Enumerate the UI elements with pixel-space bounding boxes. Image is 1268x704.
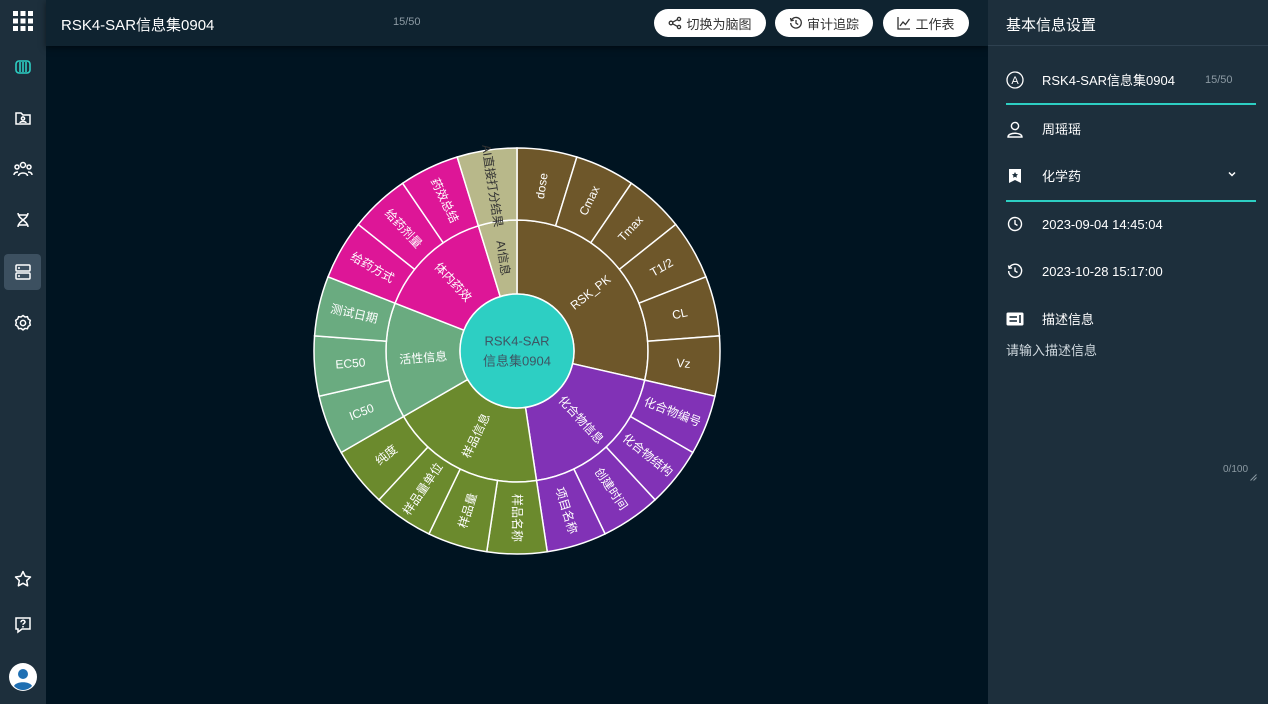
share-nodes-icon [668, 16, 682, 30]
name-underline [1006, 103, 1256, 105]
history-icon [789, 16, 803, 30]
category-select[interactable]: 化学药 [1006, 166, 1238, 185]
description-label-row: 描述信息 [1006, 309, 1094, 328]
audit-trail-button[interactable]: 审计追踪 [775, 9, 873, 37]
description-count: 0/100 [1223, 464, 1249, 475]
panel-header: 基本信息设置 [988, 0, 1268, 46]
sunburst-center-label-2: 信息集0904 [483, 354, 551, 369]
folder-user-icon[interactable] [4, 100, 41, 136]
sunburst-leaf-label: 样品名称 [510, 494, 525, 542]
page-title: RSK4-SAR信息集0904 [61, 17, 215, 34]
updated-time: 2023-10-28 15:17:00 [1042, 263, 1163, 279]
worksheet-button[interactable]: 工作表 [883, 9, 969, 37]
sunburst-chart: RSK_PKdose CmaxTmaxT1/2CLVz化合物信息 化合物编号化合物结… [313, 143, 721, 555]
created-time: 2023-09-04 14:45:04 [1042, 216, 1163, 232]
sunburst-center[interactable] [459, 293, 575, 409]
database-icon[interactable] [4, 254, 41, 290]
text-box-icon [1006, 310, 1024, 328]
info-panel: 基本信息设置 A RSK4-SAR信息集0904 15/50 周瑶瑶 化学药 2… [988, 0, 1268, 704]
team-icon[interactable] [4, 151, 41, 187]
left-rail [0, 0, 46, 704]
star-icon[interactable] [4, 561, 41, 597]
app-root: RSK4-SAR信息集0904 15/50 切换为脑图 审计追踪 工作表 RSK… [0, 0, 1268, 704]
sunburst-center-label-1: RSK4-SAR [484, 334, 549, 349]
owner-value: 周瑶瑶 [1042, 122, 1082, 137]
switch-mindmap-label: 切换为脑图 [686, 16, 752, 32]
name-value: RSK4-SAR信息集0904 [1042, 73, 1175, 88]
user-icon [1006, 120, 1024, 138]
audit-trail-label: 审计追踪 [806, 16, 859, 32]
history-clock-icon [1006, 262, 1024, 280]
description-label: 描述信息 [1042, 312, 1095, 327]
sunburst-leaf-label: EC50 [335, 355, 366, 371]
category-underline [1006, 200, 1256, 202]
chevron-down-icon[interactable] [1226, 168, 1238, 183]
line-chart-icon [897, 16, 911, 30]
worksheet-label: 工作表 [915, 16, 955, 32]
dna-icon[interactable] [4, 202, 41, 238]
switch-mindmap-button[interactable]: 切换为脑图 [654, 9, 766, 37]
chart-canvas: RSK_PK dose Cmax Tmax T1/2 CL Vz 化合物信息 化合物编号 化合物结… [46, 46, 988, 704]
top-bar: RSK4-SAR信息集0904 15/50 切换为脑图 审计追踪 工作表 [46, 0, 988, 46]
updated-row: 2023-10-28 15:17:00 [1006, 262, 1163, 280]
owner-row: 周瑶瑶 [1006, 119, 1081, 138]
svg-text:A: A [1011, 74, 1019, 86]
name-count: 15/50 [1205, 74, 1233, 86]
resize-handle-icon[interactable] [1250, 468, 1257, 486]
bookmark-star-icon [1006, 167, 1024, 185]
structure-icon[interactable] [4, 49, 41, 85]
category-value: 化学药 [1042, 169, 1082, 184]
sunburst-leaf-label: Vz [676, 356, 691, 371]
description-input[interactable]: 请输入描述信息 [1006, 340, 1097, 359]
title-count: 15/50 [393, 16, 421, 28]
help-icon[interactable] [4, 607, 41, 643]
panel-title: 基本信息设置 [1006, 17, 1097, 34]
avatar[interactable] [4, 659, 41, 695]
name-field[interactable]: A RSK4-SAR信息集0904 [1006, 70, 1175, 89]
created-row: 2023-09-04 14:45:04 [1006, 215, 1163, 233]
clock-icon [1006, 215, 1024, 233]
letter-a-icon: A [1006, 70, 1024, 89]
settings-icon[interactable] [4, 305, 41, 341]
apps-grid-icon[interactable] [4, 3, 41, 39]
